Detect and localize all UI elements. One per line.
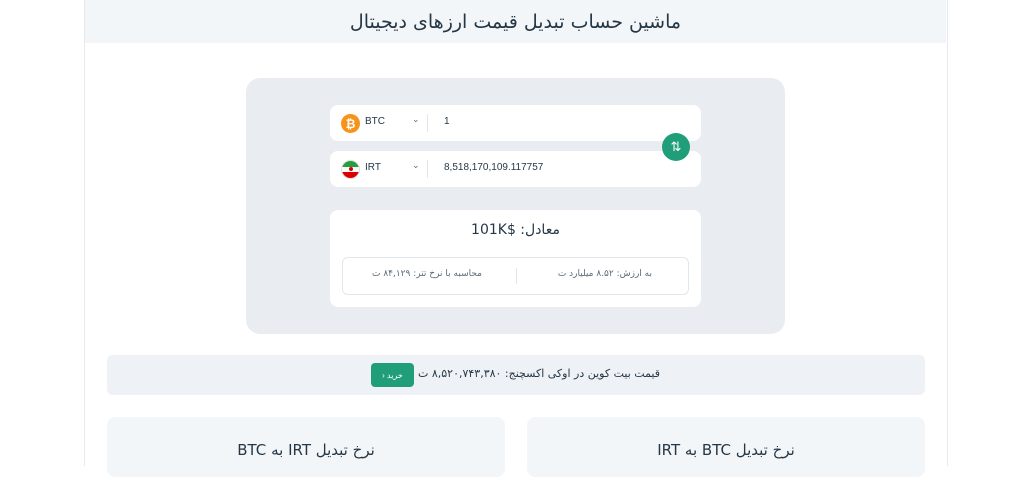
divider xyxy=(516,268,517,284)
rate-card-title: نرخ تبدیل IRT به BTC xyxy=(237,441,375,459)
bitcoin-icon: ₿ xyxy=(341,114,360,133)
exchange-price-text: قیمت بیت کوین در اوکی اکسچنج: ۸,۵۲۰,۷۴۳,… xyxy=(418,367,661,380)
equivalent-value: معادل: $101K xyxy=(471,222,560,238)
value-text: به ارزش: ۸.۵۲ میلیارد ت xyxy=(557,269,652,279)
to-currency-row: IRT ⌄ 8,518,170,109.117757 xyxy=(330,151,701,187)
rate-card-title: نرخ تبدیل BTC به IRT xyxy=(657,441,795,459)
swap-icon: ⇅ xyxy=(670,139,682,155)
rate-card-btc-irt: نرخ تبدیل BTC به IRT xyxy=(527,417,925,477)
divider xyxy=(427,160,428,178)
divider xyxy=(427,114,428,132)
from-currency-code[interactable]: BTC xyxy=(365,116,385,127)
from-currency-row: ₿ BTC ⌄ 1 xyxy=(330,105,701,141)
chevron-down-icon[interactable]: ⌄ xyxy=(412,161,420,171)
result-card: معادل: $101K به ارزش: ۸.۵۲ میلیارد ت محا… xyxy=(330,210,701,307)
rate-card-irt-btc: نرخ تبدیل IRT به BTC xyxy=(107,417,505,477)
buy-button[interactable]: خرید ‹ xyxy=(371,363,414,387)
result-details: به ارزش: ۸.۵۲ میلیارد ت محاسبه با نرخ تت… xyxy=(342,257,689,295)
swap-button[interactable]: ⇅ xyxy=(662,133,690,161)
page-title: ماشین حساب تبدیل قیمت ارزهای دیجیتال xyxy=(349,10,682,33)
chevron-down-icon[interactable]: ⌄ xyxy=(412,115,420,125)
iran-flag-icon xyxy=(341,160,360,179)
rate-text: محاسبه با نرخ تتر: ۸۴,۱۲۹ ت xyxy=(371,269,482,279)
to-amount-input[interactable]: 8,518,170,109.117757 xyxy=(444,162,543,173)
page-header: ماشین حساب تبدیل قیمت ارزهای دیجیتال xyxy=(85,0,946,43)
to-currency-code[interactable]: IRT xyxy=(365,162,381,173)
from-amount-input[interactable]: 1 xyxy=(444,116,450,127)
